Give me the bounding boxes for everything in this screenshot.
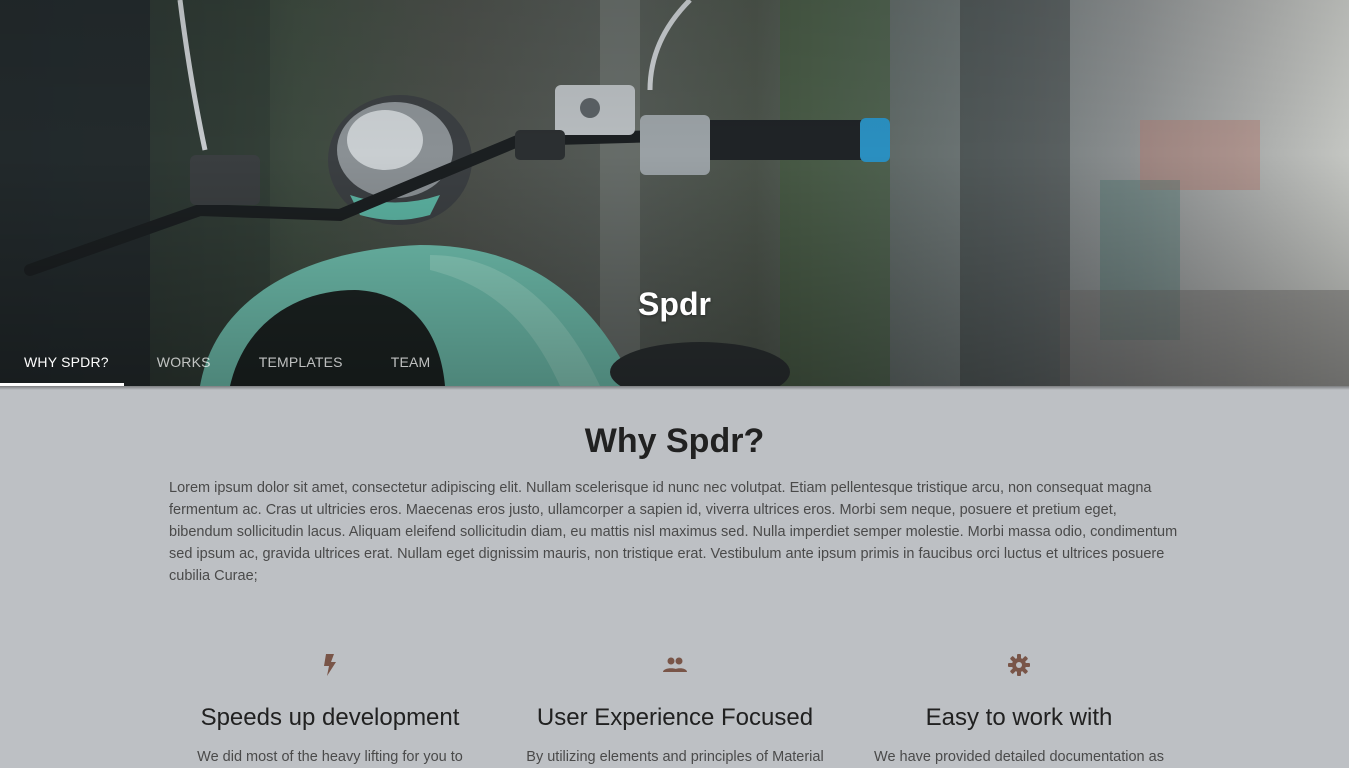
feature-card: Easy to work with We have provided detai… xyxy=(854,650,1184,768)
tab-team[interactable]: Team xyxy=(367,338,455,386)
hero-shadow xyxy=(0,386,1349,390)
group-icon xyxy=(663,657,687,672)
tab-templates[interactable]: Templates xyxy=(235,338,367,386)
feature-title: Speeds up development xyxy=(200,704,460,731)
tab-works[interactable]: Works xyxy=(133,338,235,386)
tab-bar: Why Spdr? Works Templates Team xyxy=(0,338,454,386)
settings-icon xyxy=(1008,654,1030,676)
hero-banner: Spdr Why Spdr? Works Templates Team xyxy=(0,0,1349,386)
feature-text: We did most of the heavy lifting for you… xyxy=(197,749,463,765)
section-title: Why Spdr? xyxy=(584,422,765,460)
tab-why-spdr[interactable]: Why Spdr? xyxy=(0,338,133,386)
feature-card: Speeds up development We did most of the… xyxy=(165,650,495,768)
site-title: Spdr xyxy=(638,286,711,322)
feature-title: Easy to work with xyxy=(925,704,1113,731)
feature-text: By utilizing elements and principles of … xyxy=(526,749,824,765)
hero-overlay xyxy=(0,0,1349,386)
feature-card: User Experience Focused By utilizing ele… xyxy=(510,650,840,768)
section-body: Lorem ipsum dolor sit amet, consectetur … xyxy=(169,480,1178,584)
feature-text: We have provided detailed documentation … xyxy=(874,749,1164,765)
flash-icon xyxy=(324,654,336,676)
feature-title: User Experience Focused xyxy=(536,704,814,731)
